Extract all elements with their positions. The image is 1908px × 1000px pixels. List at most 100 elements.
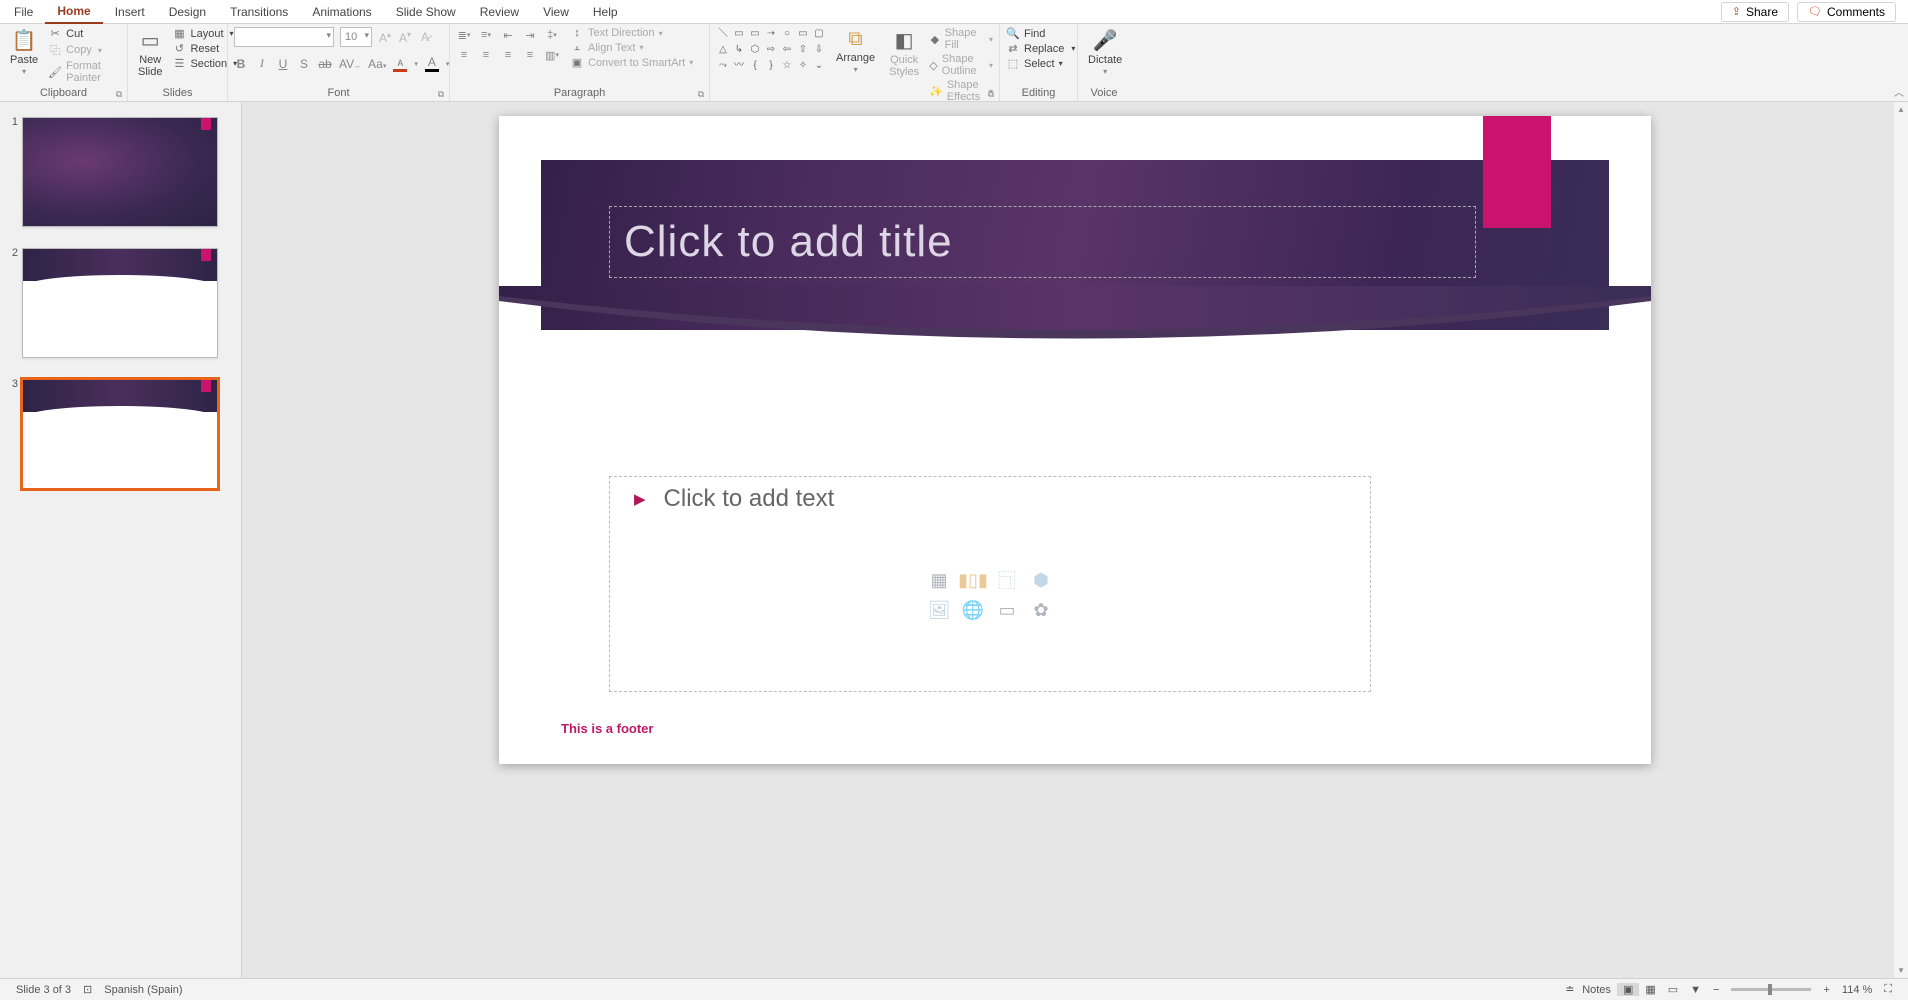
cut-button[interactable]: ✂Cut	[48, 27, 121, 40]
new-slide-button[interactable]: ▭ New Slide	[134, 27, 166, 79]
tab-design[interactable]: Design	[157, 1, 218, 23]
insert-picture-icon[interactable]: 🖼	[925, 597, 953, 623]
shapes-gallery[interactable]: ＼ ▭ ▭ ➝ ○ ▭ ▢ △ ↳ ⬡ ⇨ ⇦ ⇧ ⇩ ⤳ 〰 { } ☆ ✧	[716, 27, 826, 73]
shape-fill-button[interactable]: ◆Shape Fill▾	[929, 27, 993, 51]
align-left-button[interactable]: ≡	[456, 47, 472, 63]
shape-callout-icon[interactable]: ✧	[796, 59, 810, 73]
bullets-button[interactable]: ≣▾	[456, 27, 472, 43]
slide-thumbnail-1[interactable]	[22, 117, 218, 227]
columns-button[interactable]: ▥▾	[544, 47, 560, 63]
spellcheck-icon[interactable]: ⊡	[77, 983, 98, 996]
slide-editor[interactable]: Click to add title ▶ Click to add text ▦…	[242, 102, 1908, 978]
scroll-up-icon[interactable]: ▴	[1899, 102, 1904, 117]
font-dialog-launcher[interactable]: ⧉	[436, 89, 446, 99]
tab-slideshow[interactable]: Slide Show	[384, 1, 468, 23]
tab-view[interactable]: View	[531, 1, 581, 23]
zoom-slider-thumb[interactable]	[1768, 984, 1772, 995]
vertical-scrollbar[interactable]: ▴ ▾	[1894, 102, 1908, 978]
font-color-button[interactable]: A	[425, 55, 439, 72]
format-painter-button[interactable]: 🖌Format Painter	[48, 60, 121, 84]
clear-formatting-button[interactable]: A̷	[418, 30, 432, 44]
shape-rect-icon[interactable]: ▭	[796, 27, 810, 41]
italic-button[interactable]: I	[255, 56, 269, 71]
scroll-down-icon[interactable]: ▾	[1899, 963, 1904, 978]
justify-button[interactable]: ≡	[522, 47, 538, 63]
insert-3d-icon[interactable]: ⬢	[1027, 567, 1055, 593]
copy-button[interactable]: ⿻Copy▾	[48, 42, 121, 58]
title-placeholder[interactable]: Click to add title	[609, 206, 1476, 278]
font-name-input[interactable]	[234, 27, 334, 47]
chevron-down-icon[interactable]: ▾	[446, 60, 450, 68]
numbering-button[interactable]: ≡▾	[478, 27, 494, 43]
insert-icon-icon[interactable]: ✿	[1027, 597, 1055, 623]
shape-brace-icon[interactable]: }	[764, 59, 778, 73]
arrange-button[interactable]: ⧉Arrange▾	[832, 27, 879, 75]
status-slide-info[interactable]: Slide 3 of 3	[10, 984, 77, 996]
shape-triangle-icon[interactable]: △	[716, 43, 730, 57]
slide-thumbnail-3[interactable]: --	[22, 379, 218, 489]
shape-rect-icon[interactable]: ▭	[732, 27, 746, 41]
shape-arrow-icon[interactable]: ⇨	[764, 43, 778, 57]
font-size-input[interactable]	[340, 27, 372, 47]
thumbnail-pane[interactable]: 1 2 3 --	[0, 102, 242, 978]
shape-arrow-icon[interactable]: ⇦	[780, 43, 794, 57]
shape-outline-button[interactable]: ◇Shape Outline▾	[929, 53, 993, 77]
font-highlight-button[interactable]: ᴀ	[393, 55, 407, 72]
collapse-ribbon-button[interactable]: ︿	[1894, 84, 1904, 99]
tab-help[interactable]: Help	[581, 1, 630, 23]
fit-to-window-button[interactable]: ⛶	[1878, 983, 1898, 996]
increase-indent-button[interactable]: ⇥	[522, 27, 538, 43]
tab-animations[interactable]: Animations	[300, 1, 383, 23]
replace-button[interactable]: ⇄Replace▾	[1006, 42, 1075, 55]
text-direction-button[interactable]: ↕Text Direction▾	[570, 27, 693, 39]
shape-rect-icon[interactable]: ▭	[748, 27, 762, 41]
shape-brace-icon[interactable]: {	[748, 59, 762, 73]
paragraph-dialog-launcher[interactable]: ⧉	[696, 89, 706, 99]
bold-button[interactable]: B	[234, 57, 248, 71]
slideshow-view-button[interactable]: ▼	[1684, 984, 1707, 996]
shape-circle-icon[interactable]: ○	[780, 27, 794, 41]
strikethrough-button[interactable]: ab	[318, 57, 332, 71]
chevron-down-icon[interactable]: ▾	[414, 60, 418, 68]
increase-font-button[interactable]: A▴	[378, 30, 392, 45]
char-spacing-button[interactable]: AV↔	[339, 57, 361, 71]
slide-canvas[interactable]: Click to add title ▶ Click to add text ▦…	[499, 116, 1651, 764]
insert-online-picture-icon[interactable]: 🌐	[959, 597, 987, 623]
shape-arrow-icon[interactable]: ➝	[764, 27, 778, 41]
shape-effects-button[interactable]: ✨Shape Effects▾	[929, 79, 993, 103]
status-language[interactable]: Spanish (Spain)	[98, 984, 188, 996]
share-button[interactable]: ⇪Share	[1721, 2, 1789, 22]
align-right-button[interactable]: ≡	[500, 47, 516, 63]
align-center-button[interactable]: ≡	[478, 47, 494, 63]
insert-video-icon[interactable]: ▭	[993, 597, 1021, 623]
content-placeholder[interactable]: ▶ Click to add text ▦ ▮▯▮ ⿹ ⬢ 🖼 🌐 ▭ ✿	[609, 476, 1371, 692]
decrease-font-button[interactable]: A▾	[398, 30, 412, 45]
paste-button[interactable]: 📋 Paste ▾	[6, 27, 42, 77]
zoom-in-button[interactable]: +	[1817, 984, 1835, 996]
line-spacing-button[interactable]: ‡▾	[544, 27, 560, 43]
shape-star-icon[interactable]: ☆	[780, 59, 794, 73]
slide-sorter-view-button[interactable]: ▦	[1639, 983, 1661, 996]
chevron-down-icon[interactable]: ⌄	[812, 59, 826, 73]
zoom-level[interactable]: 114 %	[1836, 984, 1878, 996]
insert-chart-icon[interactable]: ▮▯▮	[959, 567, 987, 593]
insert-smartart-icon[interactable]: ⿹	[993, 567, 1021, 593]
normal-view-button[interactable]: ▣	[1617, 983, 1639, 996]
notes-button[interactable]: ≐Notes	[1559, 983, 1617, 997]
reading-view-button[interactable]: ▭	[1662, 983, 1684, 996]
clipboard-dialog-launcher[interactable]: ⧉	[114, 89, 124, 99]
zoom-out-button[interactable]: −	[1707, 984, 1725, 996]
shape-curve-icon[interactable]: 〰	[732, 59, 746, 73]
decrease-indent-button[interactable]: ⇤	[500, 27, 516, 43]
shape-rect-icon[interactable]: ▢	[812, 27, 826, 41]
slide-thumbnail-2[interactable]	[22, 248, 218, 358]
tab-insert[interactable]: Insert	[103, 1, 157, 23]
quick-styles-button[interactable]: ◧Quick Styles	[885, 27, 923, 79]
shape-curve-icon[interactable]: ⤳	[716, 59, 730, 73]
align-text-button[interactable]: ⫠Align Text▾	[570, 41, 693, 54]
convert-smartart-button[interactable]: ▣Convert to SmartArt▾	[570, 56, 693, 69]
comments-button[interactable]: 🗨Comments	[1797, 2, 1896, 22]
tab-review[interactable]: Review	[468, 1, 531, 23]
insert-table-icon[interactable]: ▦	[925, 567, 953, 593]
zoom-slider[interactable]	[1731, 988, 1811, 991]
